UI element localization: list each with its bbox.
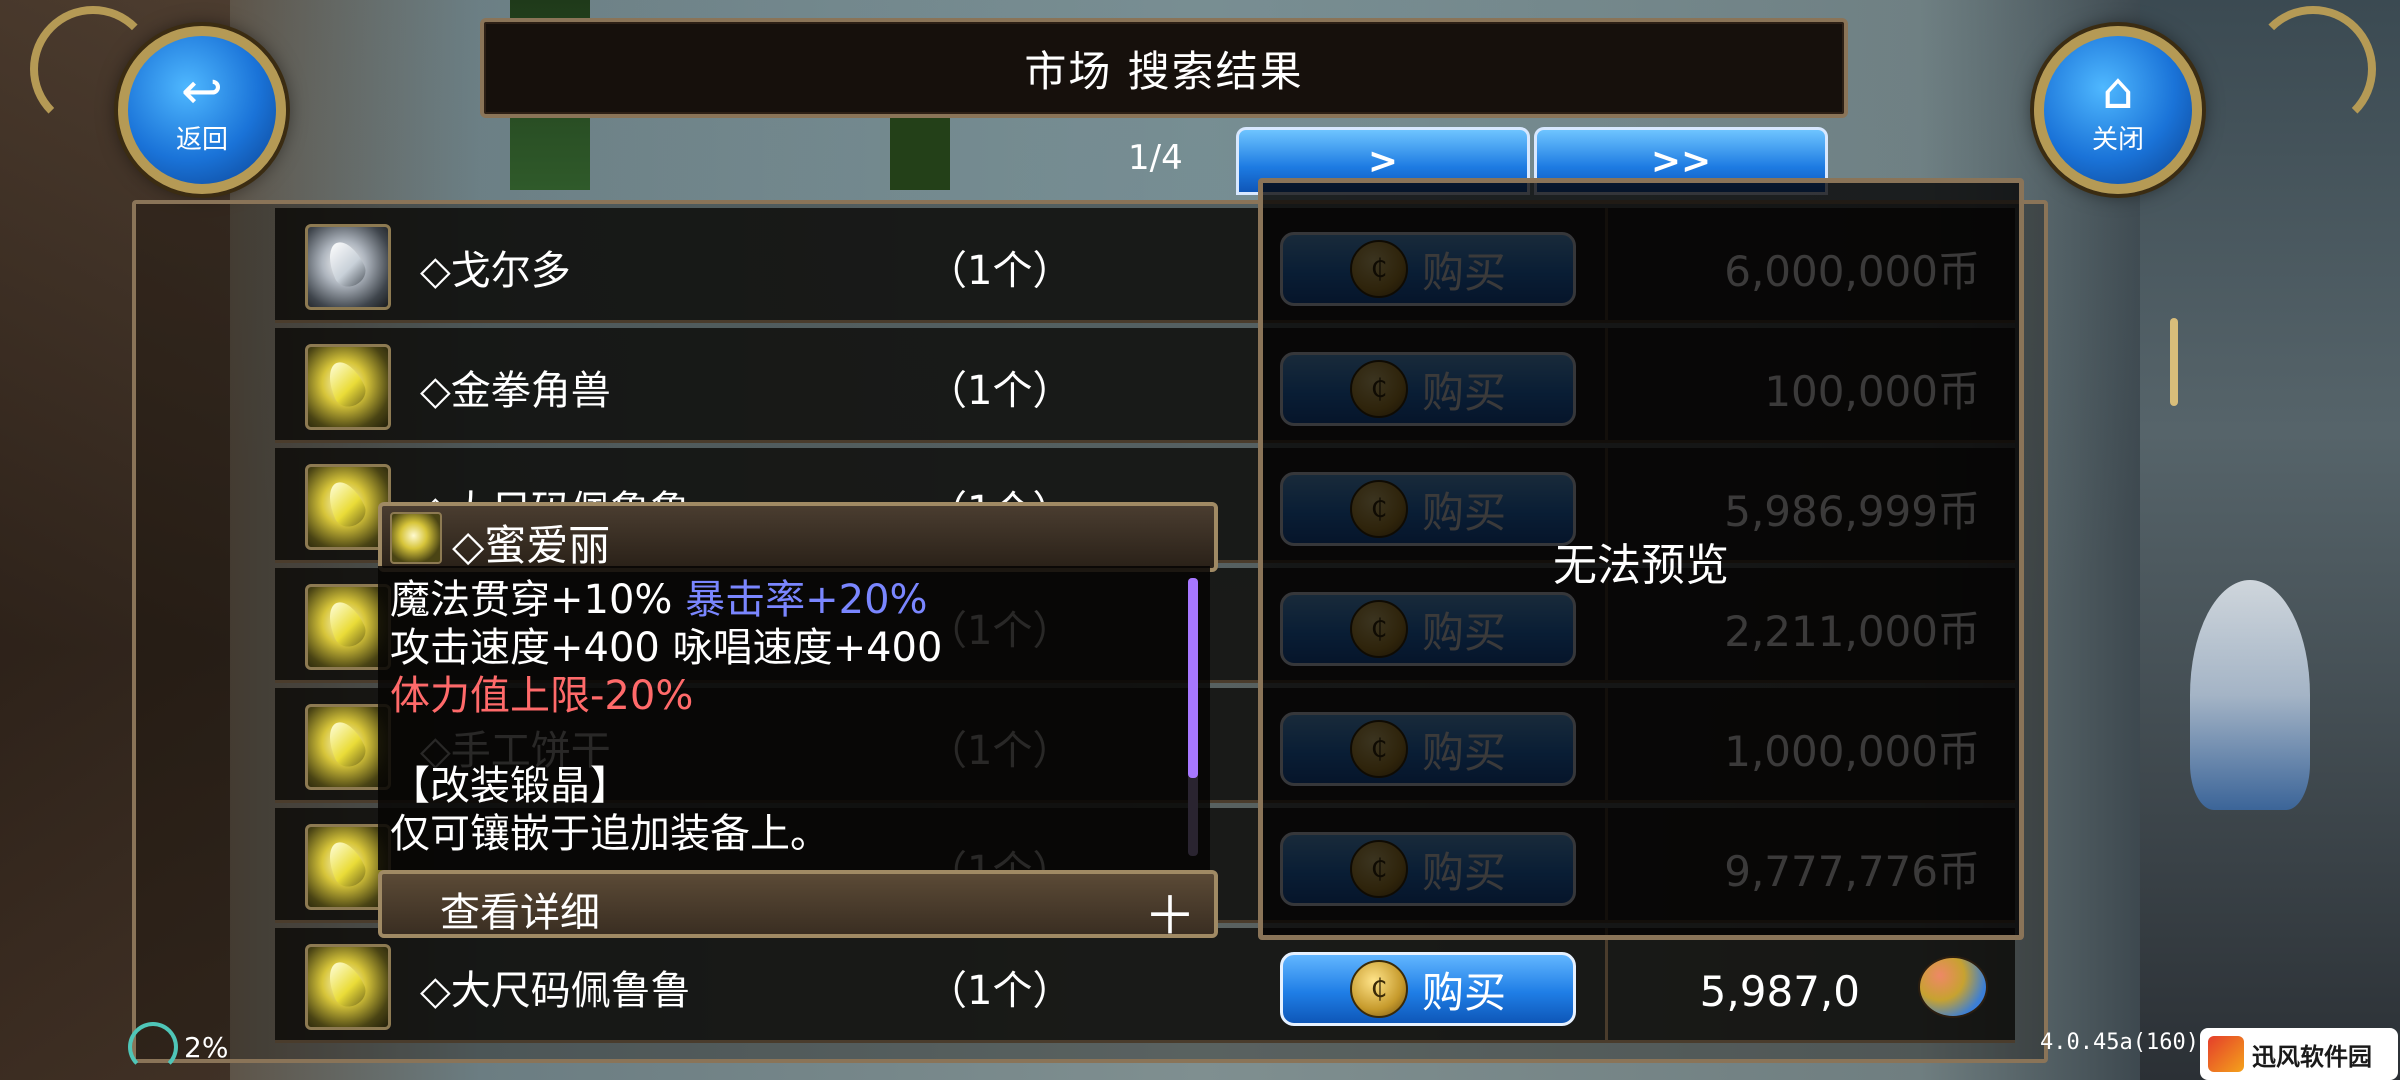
preview-panel: 无法预览 xyxy=(1258,178,2024,940)
silver-crystal-icon xyxy=(305,224,391,310)
watermark: 迅风软件园 xyxy=(2200,1028,2398,1080)
home-icon: ⌂ xyxy=(2102,61,2134,120)
network-status: 2% xyxy=(128,1022,228,1072)
stat-speed-line: 攻击速度+400 咏唱速度+400 xyxy=(390,625,943,671)
buy-label: 购买 xyxy=(1421,967,1506,1017)
price-value: 5,987,0 xyxy=(1699,967,1860,1016)
item-quantity: （1个） xyxy=(927,368,1073,414)
signal-percent: 2% xyxy=(184,1030,229,1064)
plus-icon: ＋ xyxy=(1143,887,1196,947)
stat-magic-pierce: 魔法贯穿+10% xyxy=(390,577,673,623)
back-arrow-icon: ↩ xyxy=(181,61,223,120)
watermark-logo-icon xyxy=(2208,1036,2244,1072)
preview-unavailable-text: 无法预览 xyxy=(1553,540,1729,591)
item-name: ◇戈尔多 xyxy=(420,248,571,294)
stat-hp-cap-line: 体力值上限-20% xyxy=(390,673,694,719)
tooltip-description: 仅可镶嵌于追加装备上。 xyxy=(390,811,830,857)
item-quantity: （1个） xyxy=(927,968,1073,1014)
tooltip-item-name: ◇蜜爱丽 xyxy=(452,521,611,570)
item-name: ◇金拳角兽 xyxy=(420,368,611,414)
column-divider xyxy=(1605,928,1608,1040)
page-indicator: 1/4 xyxy=(1128,138,1183,178)
signal-icon xyxy=(128,1022,178,1072)
watermark-text: 迅风软件园 xyxy=(2252,1042,2372,1071)
title-bar: 市场 搜索结果 xyxy=(480,18,1848,118)
tooltip-stat-line: 魔法贯穿+10% 暴击率+20% xyxy=(390,576,928,624)
tooltip-scroll-thumb[interactable] xyxy=(1188,578,1198,778)
item-quantity: （1个） xyxy=(927,248,1073,294)
tooltip-category: 【改装锻晶】 xyxy=(390,763,630,809)
gold-crystal-icon xyxy=(305,944,391,1030)
list-scrollbar[interactable] xyxy=(2170,318,2178,406)
item-name: ◇大尺码佩鲁鲁 xyxy=(420,968,691,1014)
coin-icon: ₵ xyxy=(1349,960,1408,1018)
close-button[interactable]: ⌂ 关闭 xyxy=(2034,26,2202,194)
version-label: 4.0.45a(160) xyxy=(2040,1030,2199,1055)
back-button[interactable]: ↩ 返回 xyxy=(118,26,286,194)
palette-icon[interactable] xyxy=(1918,956,1988,1018)
buy-button[interactable]: ₵ 购买 xyxy=(1280,952,1576,1026)
close-label: 关闭 xyxy=(2091,124,2144,155)
stat-crit-rate: 暴击率+20% xyxy=(685,577,928,623)
view-details-label: 查看详细 xyxy=(440,890,600,936)
item-tooltip-body: 魔法贯穿+10% 暴击率+20% 攻击速度+400 咏唱速度+400 体力值上限… xyxy=(378,566,1210,870)
gold-crystal-icon xyxy=(390,512,442,564)
background-character xyxy=(2190,580,2310,810)
view-details-button[interactable]: 查看详细 ＋ xyxy=(378,870,1218,947)
item-tooltip-header: ◇蜜爱丽 xyxy=(378,502,1218,572)
tooltip-scrollbar[interactable] xyxy=(1188,578,1198,856)
gold-crystal-icon xyxy=(305,344,391,430)
page-title: 市场 搜索结果 xyxy=(1024,46,1304,96)
back-label: 返回 xyxy=(175,124,228,155)
ornament-frame xyxy=(2250,6,2376,132)
